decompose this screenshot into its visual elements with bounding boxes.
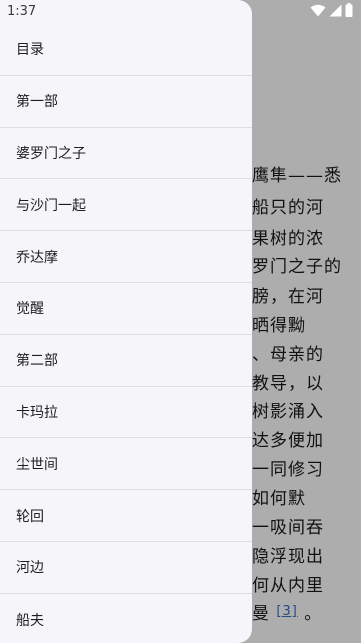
drawer-item-chapter[interactable]: 船夫 — [0, 594, 252, 643]
navigation-drawer: 目录 第一部 婆罗门之子 与沙门一起 乔达摩 觉醒 第二部 卡玛拉 尘世间 轮回… — [0, 0, 252, 643]
drawer-item-chapter[interactable]: 卡玛拉 — [0, 387, 252, 439]
drawer-item-chapter[interactable]: 尘世间 — [0, 438, 252, 491]
chapter-list: 目录 第一部 婆罗门之子 与沙门一起 乔达摩 觉醒 第二部 卡玛拉 尘世间 轮回… — [0, 24, 252, 643]
drawer-item-chapter[interactable]: 乔达摩 — [0, 231, 252, 283]
drawer-item-part-one[interactable]: 第一部 — [0, 76, 252, 128]
drawer-item-chapter[interactable]: 轮回 — [0, 490, 252, 542]
signal-icon — [329, 4, 342, 16]
drawer-item-chapter[interactable]: 与沙门一起 — [0, 179, 252, 232]
battery-icon — [345, 3, 353, 17]
drawer-item-chapter[interactable]: 河边 — [0, 542, 252, 594]
drawer-item-part-two[interactable]: 第二部 — [0, 335, 252, 387]
drawer-item-chapter[interactable]: 觉醒 — [0, 283, 252, 335]
status-time: 1:37 — [7, 4, 37, 19]
drawer-item-chapter[interactable]: 婆罗门之子 — [0, 128, 252, 180]
wifi-icon — [310, 4, 326, 16]
status-icons — [310, 3, 353, 17]
drawer-item-toc[interactable]: 目录 — [0, 24, 252, 76]
